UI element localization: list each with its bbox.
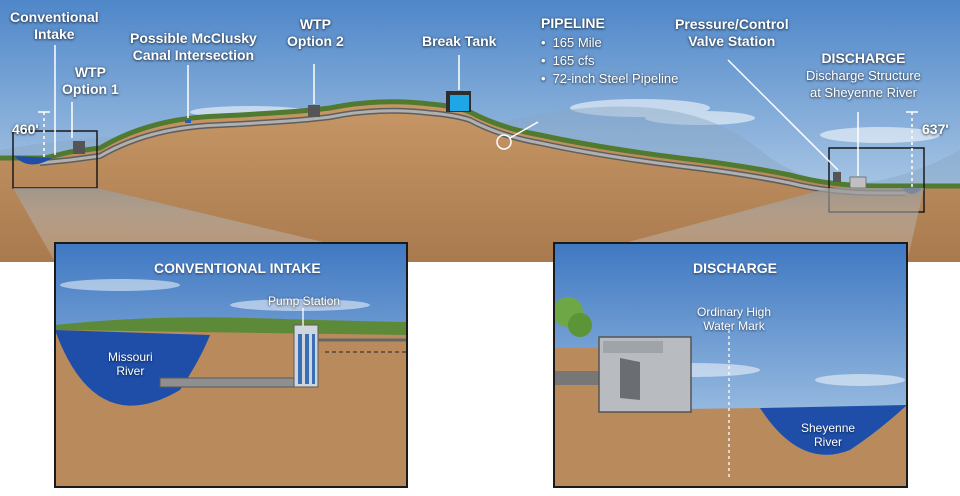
pipeline-title: PIPELINE	[541, 15, 605, 31]
inset-discharge	[553, 242, 908, 488]
elevation-left: 460'	[12, 121, 39, 137]
label-line: Water Mark	[703, 319, 765, 333]
pipeline-spec-item: 165 Mile	[541, 34, 678, 52]
label-line: WTP	[74, 64, 106, 80]
label-line: Canal Intersection	[132, 47, 255, 63]
label-line: at Sheyenne River	[809, 85, 917, 100]
wtp-option2-building	[308, 105, 320, 117]
elevation-right: 637'	[922, 121, 949, 137]
label-mcclusky: Possible McClusky Canal Intersection	[130, 30, 257, 64]
label-line: Possible McClusky	[130, 30, 257, 46]
pipeline-spec-item: 165 cfs	[541, 52, 678, 70]
discharge-title: DISCHARGE	[821, 50, 906, 66]
label-line: Conventional	[10, 9, 99, 25]
pipeline-specs: 165 Mile 165 cfs 72-inch Steel Pipeline	[541, 34, 679, 88]
label-wtp-option2: WTP Option 2	[287, 16, 344, 50]
label-line: Option 1	[62, 81, 119, 97]
label-line: WTP	[299, 16, 331, 32]
label-line: Sheyenne	[801, 421, 856, 435]
label-line: Pressure/Control	[675, 16, 789, 32]
label-line: Missouri	[108, 350, 153, 364]
label-line: Valve Station	[688, 33, 776, 49]
label-pump-station: Pump Station	[268, 294, 341, 308]
discharge-structure-building	[849, 176, 867, 189]
inset-discharge-title: DISCHARGE	[693, 260, 778, 276]
pipeline-spec-item: 72-inch Steel Pipeline	[541, 70, 679, 88]
label-line: Discharge Structure	[806, 68, 921, 83]
label-line: Ordinary High	[697, 305, 772, 319]
label-sheyenne-river: Sheyenne River	[801, 421, 855, 449]
mcclusky-canal	[185, 120, 191, 123]
label-ordinary-high-water-mark: Ordinary High Water Mark	[697, 305, 771, 333]
label-pressure-valve: Pressure/Control Valve Station	[675, 16, 789, 50]
label-break-tank: Break Tank	[422, 33, 497, 49]
label-pipeline: PIPELINE 165 Mile 165 cfs 72-inch Steel …	[541, 15, 678, 88]
label-line: Intake	[34, 26, 75, 42]
label-missouri-river: Missouri River	[108, 350, 153, 378]
wtp-option1-building	[73, 141, 85, 154]
break-tank-water	[450, 95, 469, 111]
label-line: River	[814, 435, 843, 449]
label-line: Option 2	[287, 33, 344, 49]
pressure-valve-building	[833, 172, 841, 182]
label-conventional-intake: Conventional Intake	[10, 9, 99, 43]
label-wtp-option1: WTP Option 1	[62, 64, 119, 98]
label-discharge: DISCHARGE Discharge Structure at Sheyenn…	[806, 50, 921, 101]
inset-intake-title: CONVENTIONAL INTAKE	[154, 260, 321, 276]
diagram-canvas: Conventional Intake WTP Option 1 Possibl…	[0, 0, 960, 491]
label-line: River	[116, 364, 145, 378]
